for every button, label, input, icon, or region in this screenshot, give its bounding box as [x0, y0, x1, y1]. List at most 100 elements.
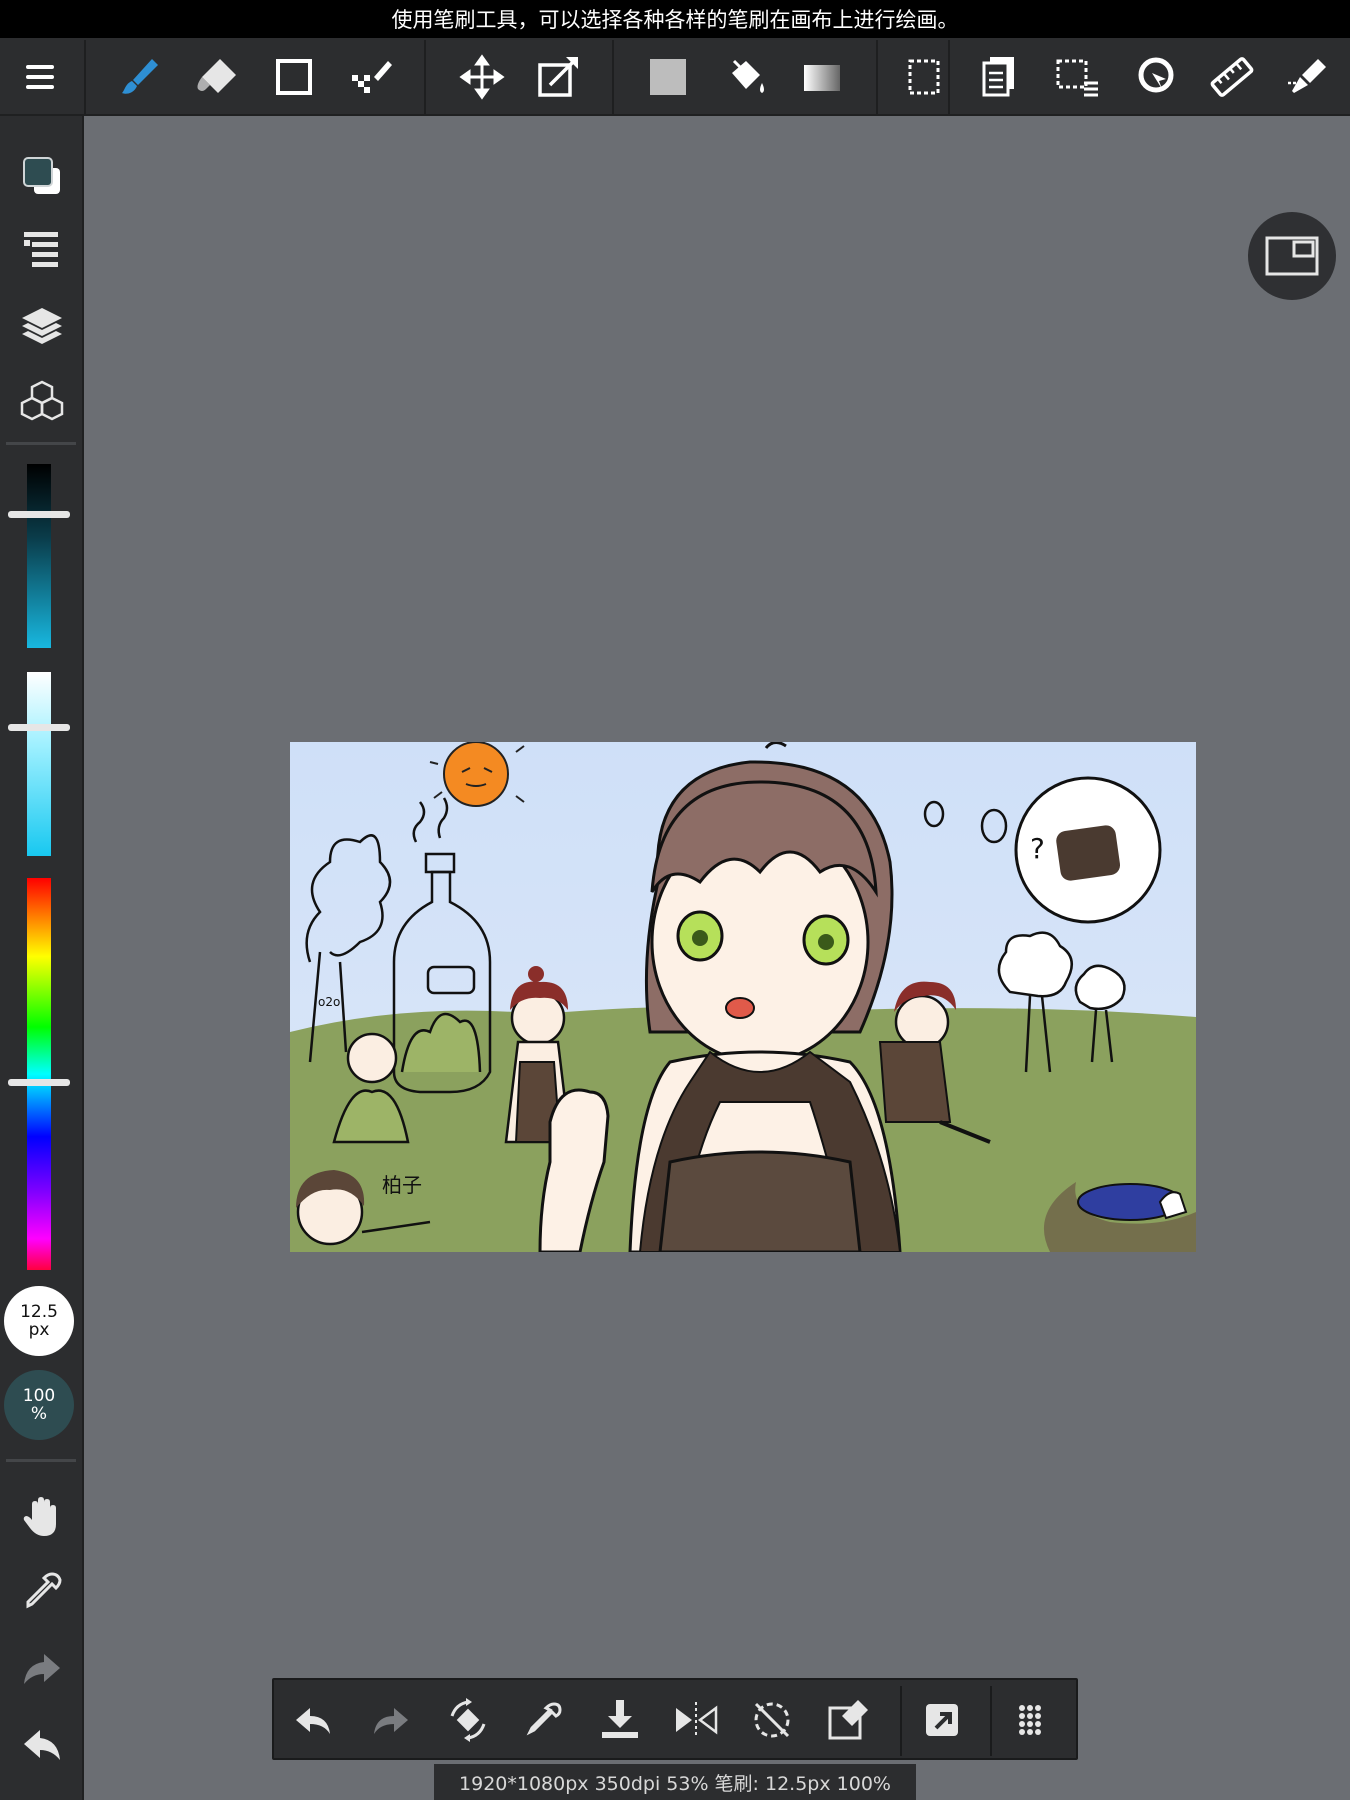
handwritten-small-text: o2o: [318, 995, 340, 1009]
artwork-illustration: ? 柏子 o2o: [290, 742, 1196, 1252]
navigator-button[interactable]: [1248, 212, 1336, 300]
bucket-tool-button[interactable]: [714, 38, 778, 116]
flip-button[interactable]: [664, 1688, 728, 1752]
brightness-slider-knob[interactable]: [8, 510, 70, 518]
dot-brush-tool-button[interactable]: [340, 38, 404, 116]
shape-tool-button[interactable]: [262, 38, 326, 116]
brush-size-value: 12.5: [20, 1302, 58, 1322]
layers-icon: [22, 308, 62, 344]
lasso-icon: [1138, 57, 1174, 93]
toolbar-divider: [424, 40, 426, 114]
menu-button[interactable]: [8, 38, 72, 116]
cubes-icon: [20, 380, 64, 421]
toolbar-divider: [612, 40, 614, 114]
lasso-tool-button[interactable]: [1124, 38, 1188, 116]
share-icon: [926, 1704, 958, 1736]
flip-icon: [676, 1702, 718, 1738]
eyedropper-button[interactable]: [10, 1560, 74, 1624]
status-bar: 1920*1080px 350dpi 53% 笔刷: 12.5px 100%: [434, 1764, 916, 1800]
brush-size-unit: px: [28, 1320, 50, 1340]
saturation-slider[interactable]: [27, 672, 51, 856]
transform-icon: [538, 57, 578, 97]
brush-settings-button[interactable]: [10, 216, 74, 280]
rotate-canvas-icon: [450, 1698, 486, 1742]
more-icon: [1019, 1705, 1041, 1735]
ruler-tool-button[interactable]: [1200, 38, 1264, 116]
thought-question-mark: ?: [1030, 832, 1045, 865]
rotate-canvas-button[interactable]: [436, 1688, 500, 1752]
toolbar-divider: [900, 1686, 902, 1756]
transform-tool-button[interactable]: [526, 38, 590, 116]
undo-icon: [24, 1730, 60, 1760]
move-icon: [459, 54, 505, 100]
navigator-icon: [1265, 236, 1319, 276]
brush-tool-button[interactable]: [108, 38, 172, 116]
gradient-icon: [804, 65, 840, 91]
canvas-area[interactable]: ? 柏子 o2o: [84, 116, 1350, 1800]
more-options-button[interactable]: [998, 1688, 1062, 1752]
reset-rotation-button[interactable]: [740, 1688, 804, 1752]
sidebar-undo-button[interactable]: [10, 1714, 74, 1778]
save-icon: [602, 1700, 638, 1738]
move-tool-button[interactable]: [450, 38, 514, 116]
hand-tool-button[interactable]: [10, 1484, 74, 1548]
fill-color-button[interactable]: [636, 38, 700, 116]
hand-icon: [23, 1497, 56, 1536]
toolbar-divider: [990, 1686, 992, 1756]
top-toolbar: [0, 38, 1350, 116]
toolbar-divider: [876, 40, 878, 114]
brightness-slider[interactable]: [27, 464, 51, 648]
handwritten-caption: 柏子: [382, 1173, 422, 1197]
snap-tool-button[interactable]: [1276, 38, 1340, 116]
brush-size-button[interactable]: 12.5 px: [4, 1286, 74, 1356]
layer-copy-button[interactable]: [968, 38, 1032, 116]
select-layer-button[interactable]: [1046, 38, 1110, 116]
brush-opacity-value: 100: [22, 1386, 56, 1406]
gradient-tool-button[interactable]: [790, 38, 854, 116]
artwork-canvas[interactable]: ? 柏子 o2o: [290, 742, 1196, 1252]
hue-slider[interactable]: [27, 878, 51, 1270]
eraser-tool-button[interactable]: [186, 38, 250, 116]
left-sidebar: 12.5 px 100 %: [0, 116, 84, 1800]
clear-icon: [828, 1700, 868, 1740]
reset-rotation-icon: [754, 1702, 790, 1738]
color-swatch-icon: [23, 157, 60, 194]
select-layer-icon: [1056, 59, 1098, 97]
redo-icon: [24, 1654, 60, 1684]
brush-opacity-button[interactable]: 100 %: [4, 1370, 74, 1440]
hue-slider-knob[interactable]: [8, 1078, 70, 1086]
saturation-slider-knob[interactable]: [8, 724, 70, 732]
undo-button[interactable]: [282, 1688, 346, 1752]
save-button[interactable]: [588, 1688, 652, 1752]
bottom-toolbar: [272, 1678, 1078, 1760]
selection-tool-button[interactable]: [892, 38, 956, 116]
toolbar-divider: [948, 40, 950, 114]
status-text: 1920*1080px 350dpi 53% 笔刷: 12.5px 100%: [459, 1772, 891, 1795]
fill-color-icon: [650, 59, 686, 95]
ruler-icon: [1210, 57, 1254, 97]
bucket-icon: [732, 59, 764, 93]
eyedropper-button-bottom[interactable]: [512, 1688, 576, 1752]
redo-button[interactable]: [358, 1688, 422, 1752]
color-swatch-button[interactable]: [10, 146, 74, 210]
materials-button[interactable]: [10, 370, 74, 434]
hint-bar: 使用笔刷工具，可以选择各种各样的笔刷在画布上进行绘画。: [0, 0, 1350, 38]
clear-layer-button[interactable]: [816, 1688, 880, 1752]
brush-opacity-unit: %: [30, 1404, 48, 1424]
sidebar-divider: [6, 442, 76, 445]
sidebar-divider: [6, 1459, 76, 1462]
eraser-icon: [197, 59, 236, 93]
layers-button[interactable]: [10, 294, 74, 358]
hint-text: 使用笔刷工具，可以选择各种各样的笔刷在画布上进行绘画。: [391, 8, 959, 32]
undo-icon: [296, 1708, 330, 1734]
share-button[interactable]: [910, 1688, 974, 1752]
rectangle-icon: [276, 59, 312, 95]
layer-copy-icon: [982, 57, 1014, 97]
eyedropper-icon: [26, 1572, 62, 1609]
sidebar-redo-button[interactable]: [10, 1638, 74, 1702]
snap-icon: [1288, 59, 1326, 93]
brush-settings-icon: [24, 232, 58, 267]
toolbar-divider: [84, 40, 86, 114]
dot-brush-icon: [352, 61, 392, 93]
brush-icon: [122, 59, 158, 94]
